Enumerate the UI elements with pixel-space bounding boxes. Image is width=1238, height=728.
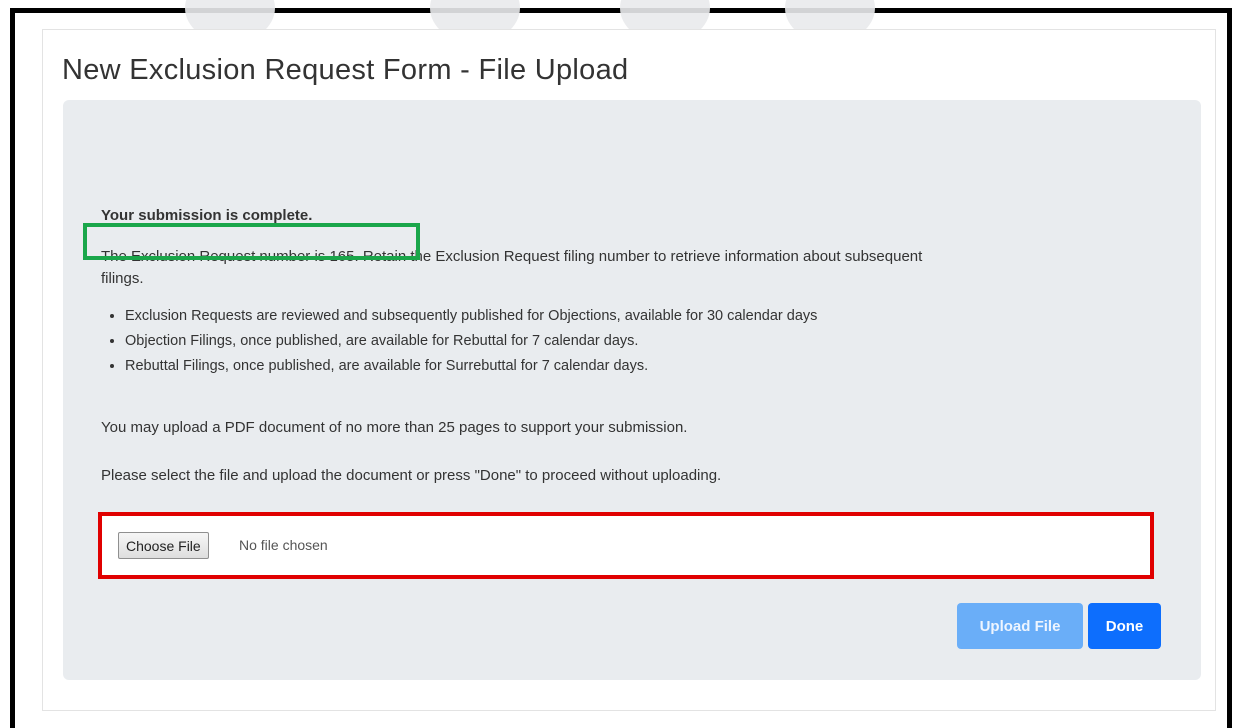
screenshot-frame: New Exclusion Request Form - File Upload…	[10, 0, 1232, 728]
select-file-prompt: Please select the file and upload the do…	[101, 467, 722, 484]
filing-timeline-list: Exclusion Requests are reviewed and subs…	[101, 304, 817, 379]
choose-file-button[interactable]: Choose File	[118, 532, 209, 559]
done-button[interactable]: Done	[1088, 603, 1161, 649]
file-input-highlight: Choose File No file chosen	[98, 512, 1154, 579]
page-title: New Exclusion Request Form - File Upload	[62, 54, 629, 86]
retain-text: Retain the Exclusion Request filing numb…	[362, 248, 923, 265]
form-card: New Exclusion Request Form - File Upload…	[42, 29, 1216, 711]
upload-limit-text: You may upload a PDF document of no more…	[101, 419, 688, 436]
request-number-highlight	[83, 223, 420, 260]
list-item: Objection Filings, once published, are a…	[125, 329, 817, 354]
upload-file-button[interactable]: Upload File	[957, 603, 1083, 649]
list-item: Rebuttal Filings, once published, are av…	[125, 354, 817, 379]
retain-text-continued: filings.	[101, 270, 144, 287]
file-status-text: No file chosen	[239, 537, 328, 553]
confirmation-panel: Your submission is complete. The Exclusi…	[63, 100, 1201, 680]
list-item: Exclusion Requests are reviewed and subs…	[125, 304, 817, 329]
